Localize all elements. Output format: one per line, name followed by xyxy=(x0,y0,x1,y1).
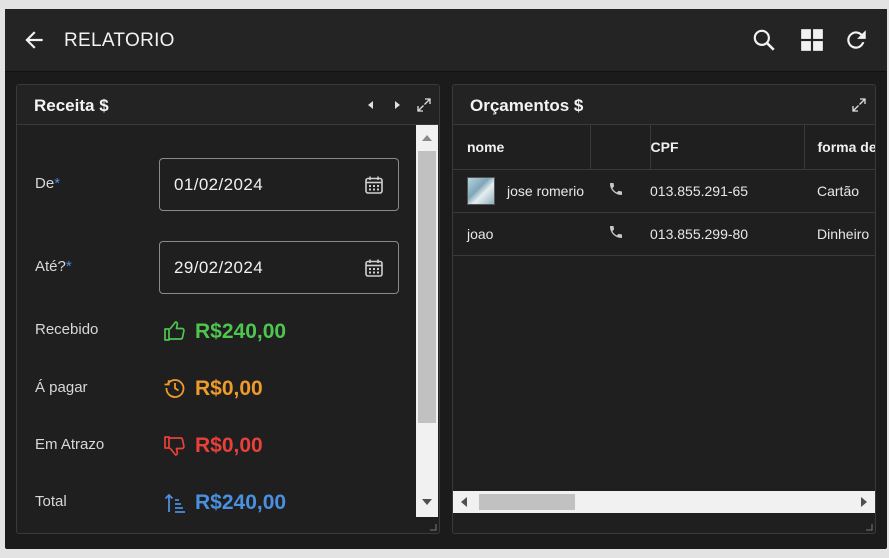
scroll-right-arrow-icon[interactable] xyxy=(859,496,869,508)
expand-icon[interactable] xyxy=(851,97,867,113)
arrow-back-icon[interactable] xyxy=(21,27,47,53)
em-atrazo-label: Em Atrazo xyxy=(35,436,105,453)
from-date-input[interactable] xyxy=(174,174,344,196)
cell-phone[interactable] xyxy=(590,212,650,256)
scroll-down-arrow-icon[interactable] xyxy=(421,497,433,507)
cell-nome-text: jose romerio xyxy=(507,182,585,199)
thumbs-up-icon xyxy=(164,321,185,341)
recebido-label: Recebido xyxy=(35,321,99,338)
orcamentos-panel-header: Orçamentos $ xyxy=(453,85,875,125)
vertical-scroll-thumb[interactable] xyxy=(418,151,436,423)
cell-cpf: 013.855.291-65 xyxy=(650,169,804,213)
a-pagar-label: Á pagar xyxy=(35,379,88,396)
cell-nome: joao xyxy=(453,212,590,256)
expand-icon[interactable] xyxy=(416,97,432,113)
scroll-left-arrow-icon[interactable] xyxy=(459,496,469,508)
app-bar: RELATORIO xyxy=(5,9,887,72)
from-date-field[interactable] xyxy=(159,158,399,211)
vertical-scrollbar[interactable] xyxy=(416,125,438,517)
app-window: RELATORIO Receita $ De* 01/02/2024 Até?*… xyxy=(5,9,887,549)
cell-cpf: 013.855.299-80 xyxy=(650,212,804,256)
recebido-value: R$240,00 xyxy=(195,320,287,343)
column-header-nome[interactable]: nome xyxy=(453,125,591,170)
from-date-label: De* xyxy=(35,175,61,192)
receita-panel: Receita $ De* Até?* xyxy=(16,84,440,534)
refresh-icon[interactable] xyxy=(843,27,869,53)
total-label: Total xyxy=(35,493,67,510)
calendar-icon[interactable] xyxy=(364,175,384,195)
thumbs-down-icon xyxy=(164,436,185,456)
column-header-forma-pagamento[interactable]: forma de p xyxy=(804,125,875,170)
receita-panel-title: Receita $ xyxy=(34,96,109,115)
horizontal-scrollbar[interactable] xyxy=(453,491,875,513)
column-header-phone[interactable] xyxy=(590,125,651,170)
table-row[interactable]: jose romerio 013.855.291-65 Cartão xyxy=(453,169,875,213)
page-title: RELATORIO xyxy=(64,30,175,51)
dashboard-grid-icon[interactable] xyxy=(799,27,825,53)
sort-ascending-icon xyxy=(164,493,185,513)
scroll-up-arrow-icon[interactable] xyxy=(421,133,433,143)
cell-nome: jose romerio xyxy=(453,169,590,213)
cell-forma: Cartão xyxy=(804,169,875,213)
history-icon xyxy=(164,379,185,398)
phone-icon[interactable] xyxy=(608,181,624,197)
total-value: R$240,00 xyxy=(195,491,287,514)
table-row[interactable]: joao 013.855.299-80 Dinheiro xyxy=(453,212,875,256)
table-header-row: nome CPF forma de p xyxy=(453,125,875,170)
resize-handle-icon[interactable] xyxy=(865,523,873,531)
calendar-icon[interactable] xyxy=(364,258,384,278)
avatar xyxy=(467,176,495,205)
to-date-field[interactable] xyxy=(159,241,399,294)
chevron-left-icon[interactable] xyxy=(363,97,379,113)
cell-phone[interactable] xyxy=(590,169,650,213)
horizontal-scroll-thumb[interactable] xyxy=(479,494,575,510)
search-icon[interactable] xyxy=(751,27,777,53)
resize-handle-icon[interactable] xyxy=(429,523,437,531)
orcamentos-panel-title: Orçamentos $ xyxy=(470,96,584,115)
to-date-label: Até?* xyxy=(35,258,72,275)
chevron-right-icon[interactable] xyxy=(389,97,405,113)
orcamentos-panel: Orçamentos $ nome CPF forma de p jose ro… xyxy=(452,84,876,534)
orcamentos-table: nome CPF forma de p jose romerio 013.855… xyxy=(453,125,875,256)
phone-icon[interactable] xyxy=(608,224,624,240)
cell-forma: Dinheiro xyxy=(804,212,875,256)
receita-panel-header: Receita $ xyxy=(17,85,439,125)
column-header-cpf[interactable]: CPF xyxy=(650,125,805,170)
em-atrazo-value: R$0,00 xyxy=(195,434,263,457)
to-date-input[interactable] xyxy=(174,257,344,279)
a-pagar-value: R$0,00 xyxy=(195,377,263,400)
